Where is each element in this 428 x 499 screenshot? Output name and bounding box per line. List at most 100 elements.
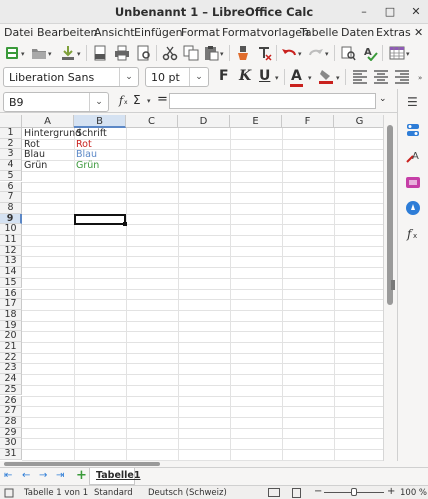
undo-dropdown-icon[interactable]: ▾ bbox=[298, 51, 304, 58]
sum-dropdown-icon[interactable]: ▾ bbox=[147, 98, 153, 105]
bold-button[interactable]: F bbox=[219, 68, 229, 84]
zoom-in-button[interactable]: + bbox=[387, 486, 395, 497]
toolbar-overflow-icon[interactable]: » bbox=[418, 75, 424, 82]
menu-datei[interactable]: Datei bbox=[4, 26, 33, 39]
cut-icon[interactable] bbox=[162, 45, 178, 61]
scrollbar-thumb[interactable] bbox=[387, 125, 393, 305]
underline-dropdown-icon[interactable]: ▾ bbox=[275, 75, 281, 82]
vertical-scrollbar[interactable] bbox=[383, 115, 397, 461]
redo-dropdown-icon[interactable]: ▾ bbox=[325, 51, 331, 58]
chevron-down-icon[interactable]: ⌄ bbox=[189, 68, 208, 86]
page-style[interactable]: Standard bbox=[94, 488, 133, 498]
add-sheet-button[interactable]: + bbox=[76, 468, 87, 483]
properties-icon[interactable] bbox=[405, 122, 421, 138]
spreadsheet-grid[interactable]: A B C D E F G 1 2 3 4 5 6 7 8 9 10 11 12 13 14 15 16 17 1… bbox=[0, 115, 383, 461]
functions-icon[interactable]: f bbox=[407, 227, 411, 241]
font-size-box[interactable]: 10 pt ⌄ bbox=[145, 67, 209, 87]
prev-sheet-button[interactable]: ← bbox=[22, 470, 30, 481]
new-document-icon[interactable] bbox=[4, 45, 20, 61]
gallery-icon[interactable] bbox=[405, 174, 421, 190]
row-header[interactable]: 28 bbox=[0, 416, 22, 428]
row-header[interactable]: 5 bbox=[0, 170, 22, 182]
sidebar-menu-icon[interactable]: ☰ bbox=[407, 95, 418, 109]
italic-button[interactable]: K bbox=[239, 68, 251, 84]
menu-bearbeiten[interactable]: Bearbeiten bbox=[37, 26, 97, 39]
print-icon[interactable] bbox=[114, 45, 130, 61]
undo-icon[interactable] bbox=[281, 45, 297, 61]
font-color-button[interactable]: A bbox=[291, 68, 302, 84]
column-header-f[interactable]: F bbox=[282, 115, 334, 128]
row-header[interactable]: 15 bbox=[0, 277, 22, 289]
highlight-dropdown-icon[interactable]: ▾ bbox=[336, 75, 342, 82]
cell-cursor-b9[interactable] bbox=[74, 213, 126, 225]
menu-format[interactable]: Format bbox=[181, 26, 220, 39]
copy-icon[interactable] bbox=[183, 45, 199, 61]
chevron-down-icon[interactable]: ⌄ bbox=[89, 93, 108, 111]
clone-formatting-icon[interactable] bbox=[235, 45, 251, 61]
paste-dropdown-icon[interactable]: ▾ bbox=[220, 51, 226, 58]
column-header-g[interactable]: G bbox=[334, 115, 383, 128]
open-dropdown-icon[interactable]: ▾ bbox=[48, 51, 54, 58]
font-color-dropdown-icon[interactable]: ▾ bbox=[308, 75, 314, 82]
insert-table-icon[interactable] bbox=[389, 45, 405, 61]
first-sheet-button[interactable]: ⇤ bbox=[4, 470, 12, 481]
font-name-box[interactable]: Liberation Sans ⌄ bbox=[3, 67, 139, 87]
row-header[interactable]: 25 bbox=[0, 384, 22, 396]
h-scrollbar-thumb[interactable] bbox=[4, 462, 160, 466]
align-left-icon[interactable] bbox=[352, 69, 368, 85]
styles-icon[interactable]: A bbox=[405, 148, 421, 164]
menu-daten[interactable]: Daten bbox=[341, 26, 374, 39]
find-replace-icon[interactable] bbox=[340, 45, 356, 61]
column-header-a[interactable]: A bbox=[22, 115, 74, 128]
maximize-button[interactable]: □ bbox=[382, 4, 398, 20]
print-preview-icon[interactable] bbox=[136, 45, 152, 61]
new-dropdown-icon[interactable]: ▾ bbox=[21, 51, 27, 58]
column-header-e[interactable]: E bbox=[230, 115, 282, 128]
save-dropdown-icon[interactable]: ▾ bbox=[77, 51, 83, 58]
cell-b4[interactable]: Grün bbox=[75, 160, 99, 172]
align-right-icon[interactable] bbox=[394, 69, 410, 85]
menu-einfuegen[interactable]: Einfügen bbox=[134, 26, 183, 39]
zoom-level[interactable]: 100 % bbox=[400, 488, 427, 498]
column-header-c[interactable]: C bbox=[126, 115, 178, 128]
fill-handle[interactable] bbox=[123, 222, 127, 226]
menu-formatvorlagen[interactable]: Formatvorlagen bbox=[222, 26, 309, 39]
cell-a4[interactable]: Grün bbox=[23, 160, 47, 172]
document-modified-icon[interactable] bbox=[292, 488, 301, 498]
save-icon[interactable] bbox=[60, 45, 76, 61]
menu-ansicht[interactable]: Ansicht bbox=[94, 26, 135, 39]
highlight-color-icon[interactable] bbox=[318, 68, 334, 84]
formula-input[interactable] bbox=[169, 93, 376, 109]
close-button[interactable]: ✕ bbox=[408, 4, 424, 20]
row-header[interactable]: 18 bbox=[0, 309, 22, 321]
menu-extras[interactable]: Extras bbox=[376, 26, 411, 39]
paste-icon[interactable] bbox=[203, 45, 219, 61]
selection-mode-icon[interactable] bbox=[268, 488, 280, 497]
last-sheet-button[interactable]: ⇥ bbox=[56, 470, 64, 481]
language-status[interactable]: Deutsch (Schweiz) bbox=[148, 488, 227, 498]
underline-button[interactable]: U bbox=[259, 68, 270, 84]
zoom-out-button[interactable]: − bbox=[314, 486, 322, 497]
menu-tabelle[interactable]: Tabelle bbox=[300, 26, 338, 39]
row-header[interactable]: 8 bbox=[0, 202, 22, 214]
formula-equals-button[interactable]: = bbox=[157, 92, 168, 107]
insert-table-dropdown-icon[interactable]: ▾ bbox=[406, 51, 412, 58]
navigator-icon[interactable] bbox=[405, 200, 421, 216]
zoom-slider-thumb[interactable] bbox=[351, 488, 357, 496]
minimize-button[interactable]: – bbox=[356, 4, 372, 20]
redo-icon[interactable] bbox=[308, 45, 324, 61]
splitter-handle[interactable] bbox=[391, 280, 395, 290]
open-icon[interactable] bbox=[31, 45, 47, 61]
spellcheck-icon[interactable]: A bbox=[362, 45, 378, 61]
row-header[interactable]: 31 bbox=[0, 448, 22, 460]
clear-formatting-icon[interactable] bbox=[256, 45, 272, 61]
name-box[interactable]: B9 ⌄ bbox=[3, 92, 109, 112]
expand-formula-icon[interactable]: ⌄ bbox=[379, 94, 387, 104]
column-header-b[interactable]: B bbox=[74, 115, 126, 128]
chevron-down-icon[interactable]: ⌄ bbox=[119, 68, 138, 86]
column-header-d[interactable]: D bbox=[178, 115, 230, 128]
sum-button[interactable]: Σ bbox=[133, 93, 141, 107]
align-center-icon[interactable] bbox=[373, 69, 389, 85]
next-sheet-button[interactable]: → bbox=[39, 470, 47, 481]
function-wizard-button[interactable]: f bbox=[119, 94, 123, 107]
